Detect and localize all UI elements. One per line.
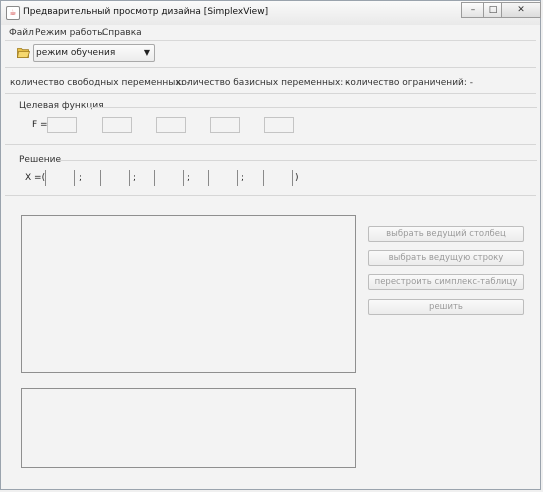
window-title: Предварительный просмотр дизайна [Simple… bbox=[23, 7, 269, 17]
java-icon[interactable]: ☕ bbox=[6, 6, 20, 20]
basis-vars-count: количество базисных переменных: - bbox=[176, 78, 350, 88]
mode-select[interactable]: режим обучения ▼ bbox=[33, 44, 155, 62]
menu-file[interactable]: Файл bbox=[9, 28, 34, 38]
title-bar[interactable]: ☕ Предварительный просмотр дизайна [Simp… bbox=[1, 1, 541, 25]
solution-separator: ; bbox=[187, 173, 191, 183]
solution-group-border bbox=[57, 160, 537, 161]
chevron-down-icon[interactable]: ▼ bbox=[144, 48, 150, 57]
solution-separator: ; bbox=[133, 173, 137, 183]
solution-value-field bbox=[100, 170, 130, 186]
objective-coef-field[interactable] bbox=[210, 117, 240, 133]
solution-separator: ; bbox=[79, 173, 83, 183]
app-window: ☕ Предварительный просмотр дизайна [Simp… bbox=[0, 0, 541, 490]
maximize-button[interactable]: □ bbox=[483, 2, 503, 18]
solution-value-field bbox=[45, 170, 75, 186]
choose-column-button[interactable]: выбрать ведущий столбец bbox=[368, 226, 524, 242]
solution-separator-line bbox=[5, 195, 536, 196]
constraints-count: количество ограничений: - bbox=[345, 78, 474, 88]
objective-coef-field[interactable] bbox=[102, 117, 132, 133]
mode-select-value: режим обучения bbox=[36, 48, 116, 58]
solution-value-field bbox=[208, 170, 238, 186]
solution-group-title: Решение bbox=[19, 155, 62, 165]
solution-value-field bbox=[154, 170, 184, 186]
menu-bar: Файл Режим работы Справка bbox=[1, 28, 540, 40]
objective-coef-field[interactable] bbox=[156, 117, 186, 133]
solution-separator: ; bbox=[241, 173, 245, 183]
toolbar-separator bbox=[5, 67, 536, 68]
folder-open-icon[interactable] bbox=[17, 47, 30, 58]
objective-label: F = bbox=[32, 120, 48, 130]
solution-suffix: ) bbox=[295, 173, 299, 183]
solve-button[interactable]: решить bbox=[368, 299, 524, 315]
choose-row-button[interactable]: выбрать ведущую строку bbox=[368, 250, 524, 266]
log-panel bbox=[21, 388, 356, 468]
objective-separator bbox=[5, 144, 536, 145]
minimize-button[interactable]: – bbox=[461, 2, 485, 18]
objective-coef-field[interactable] bbox=[264, 117, 294, 133]
stats-separator bbox=[5, 93, 536, 94]
menu-mode[interactable]: Режим работы bbox=[35, 28, 104, 38]
objective-coef-field[interactable] bbox=[47, 117, 77, 133]
simplex-table-panel bbox=[21, 215, 356, 373]
rebuild-table-button[interactable]: перестроить симплекс-таблицу bbox=[368, 274, 524, 290]
objective-group-border bbox=[87, 107, 537, 108]
objective-group-title: Целевая функция bbox=[19, 101, 104, 111]
solution-value-field bbox=[263, 170, 293, 186]
menu-help[interactable]: Справка bbox=[102, 28, 142, 38]
solution-prefix: X =( bbox=[25, 173, 46, 183]
free-vars-count: количество свободных переменных: - bbox=[10, 78, 190, 88]
menu-separator bbox=[5, 40, 536, 41]
close-button[interactable]: ✕ bbox=[501, 2, 541, 18]
